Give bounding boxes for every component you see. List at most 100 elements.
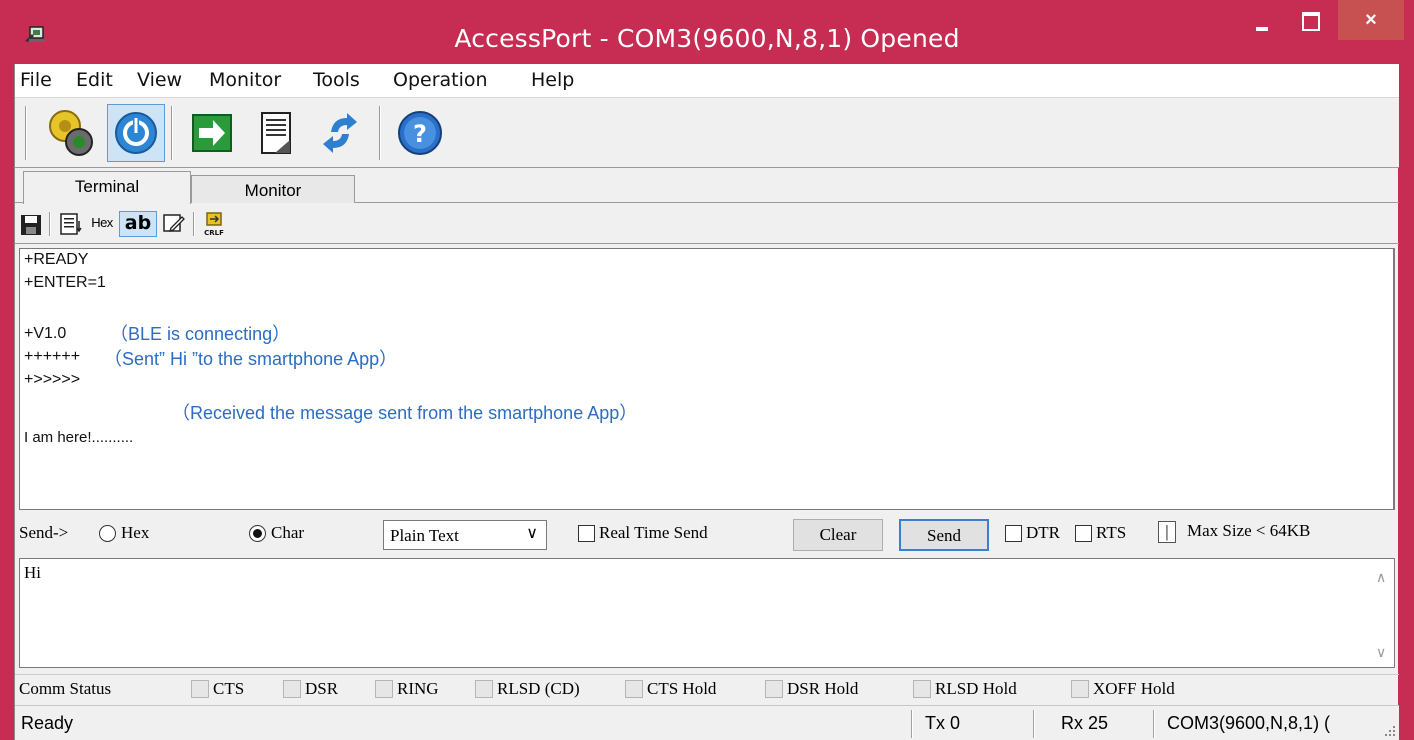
terminal-line: +V1.0 (24, 325, 67, 342)
menu-edit[interactable]: Edit (76, 69, 113, 91)
edit-note-icon (163, 214, 185, 233)
dsr-hold-label: DSR Hold (787, 679, 859, 698)
menu-bar: File Edit View Monitor Tools Operation H… (15, 64, 1399, 98)
arrow-right-icon (192, 114, 232, 152)
comm-status-bar: Comm Status CTS DSR RING RLSD (CD) CTS H… (15, 674, 1399, 702)
refresh-arrows-icon (323, 113, 357, 153)
main-toolbar: ? (15, 98, 1399, 168)
auto-scroll-button[interactable] (57, 211, 85, 237)
edit-button[interactable] (161, 211, 187, 237)
send-bar: Send-> Hex Char Plain Text ∨ Real Time S… (15, 515, 1399, 555)
terminal-line: I am here!.......... (24, 429, 134, 446)
crlf-button[interactable]: CRLF (201, 211, 227, 237)
rts-label[interactable]: RTS (1096, 523, 1126, 543)
svg-text:?: ? (413, 120, 427, 148)
xoff-hold-label: XOFF Hold (1093, 679, 1175, 698)
document-icon (261, 112, 291, 154)
client-area: File Edit View Monitor Tools Operation H… (14, 64, 1399, 740)
cts-indicator (191, 680, 209, 698)
toolbar-separator (193, 212, 195, 236)
dsr-indicator (283, 680, 301, 698)
help-button[interactable]: ? (391, 104, 449, 162)
status-separator (1153, 710, 1155, 738)
ring-label: RING (397, 679, 439, 698)
format-select-value: Plain Text (390, 526, 459, 545)
scroll-down-icon[interactable]: ∨ (1376, 644, 1386, 661)
text-display-button[interactable]: ab (119, 211, 157, 237)
toolbar-grip[interactable] (25, 106, 27, 160)
rts-checkbox[interactable] (1075, 525, 1092, 542)
status-bar: Ready Tx 0 Rx 25 COM3(9600,N,8,1) ( (15, 705, 1399, 740)
rx-count: Rx 25 (1061, 713, 1109, 733)
send-label: Send-> (19, 523, 69, 542)
open-port-button[interactable] (107, 104, 165, 162)
max-size-label: Max Size < 64KB (1187, 521, 1311, 540)
menu-help[interactable]: Help (531, 69, 574, 91)
send-button[interactable]: Send (899, 519, 989, 551)
terminal-output[interactable]: +READY +ENTER=1 +V1.0 ++++++ +>>>>> I am… (19, 248, 1395, 510)
comm-status-label: Comm Status (19, 679, 112, 698)
send-input[interactable]: Hi ∧ ∨ (19, 558, 1395, 668)
rlsd-label: RLSD (CD) (497, 679, 580, 698)
char-radio[interactable] (249, 525, 266, 542)
char-radio-label[interactable]: Char (271, 523, 304, 543)
dtr-checkbox[interactable] (1005, 525, 1022, 542)
save-button[interactable] (19, 211, 43, 237)
rlsd-hold-indicator (913, 680, 931, 698)
tab-monitor[interactable]: Monitor (191, 175, 355, 203)
settings-gear-icon (49, 110, 93, 156)
toolbar-separator (379, 106, 381, 160)
rlsd-indicator (475, 680, 493, 698)
annotation-sent-hi: （Sent” Hi ”to the smartphone App） (104, 349, 398, 369)
crlf-icon: CRLF (204, 212, 224, 237)
menu-view[interactable]: View (137, 69, 182, 91)
status-text: Ready (21, 713, 74, 733)
annotation-ble-connecting: （BLE is connecting） (110, 324, 291, 344)
menu-operation[interactable]: Operation (393, 69, 488, 91)
cts-hold-label: CTS Hold (647, 679, 717, 698)
send-file-button[interactable] (183, 104, 241, 162)
terminal-line: +>>>>> (24, 371, 81, 388)
application-window: AccessPort - COM3(9600,N,8,1) Opened × F… (0, 0, 1414, 740)
terminal-line: ++++++ (24, 348, 81, 365)
send-input-scrollbar[interactable]: ∧ ∨ (1370, 559, 1394, 667)
clear-button[interactable]: Clear (793, 519, 883, 551)
minimize-button[interactable] (1240, 8, 1284, 48)
document-lines-icon (60, 213, 82, 235)
chevron-down-icon: ∨ (526, 525, 538, 542)
title-bar[interactable]: AccessPort - COM3(9600,N,8,1) Opened × (0, 0, 1414, 64)
floppy-disk-icon (21, 215, 41, 235)
xoff-hold-indicator (1071, 680, 1089, 698)
dsr-label: DSR (305, 679, 339, 698)
real-time-send-checkbox[interactable] (578, 525, 595, 542)
status-separator (911, 710, 913, 738)
menu-tools[interactable]: Tools (313, 69, 360, 91)
format-select[interactable]: Plain Text ∨ (383, 520, 547, 550)
dsr-hold-indicator (765, 680, 783, 698)
tab-terminal[interactable]: Terminal (23, 171, 191, 204)
real-time-send-label[interactable]: Real Time Send (599, 523, 708, 543)
cts-hold-indicator (625, 680, 643, 698)
terminal-line: +READY (24, 251, 89, 268)
menu-monitor[interactable]: Monitor (209, 69, 281, 91)
send-input-text[interactable]: Hi (24, 563, 41, 583)
dtr-label[interactable]: DTR (1026, 523, 1060, 543)
resize-grip-icon[interactable] (1383, 724, 1397, 738)
hex-display-button[interactable]: Hex (85, 211, 119, 237)
power-icon (115, 112, 157, 154)
settings-button[interactable] (41, 104, 99, 162)
toolbar-separator (49, 212, 51, 236)
tx-count: Tx 0 (925, 713, 961, 733)
menu-file[interactable]: File (20, 69, 52, 91)
reset-button[interactable] (311, 104, 369, 162)
ring-indicator (375, 680, 393, 698)
log-button[interactable] (247, 104, 305, 162)
hex-radio-label[interactable]: Hex (121, 523, 149, 543)
close-button[interactable]: × (1338, 0, 1404, 40)
terminal-toolbar: Hex ab CRLF (15, 204, 1399, 244)
scroll-up-icon[interactable]: ∧ (1376, 569, 1386, 586)
hex-radio[interactable] (99, 525, 116, 542)
cts-label: CTS (213, 679, 245, 698)
maximize-button[interactable] (1286, 8, 1330, 48)
size-indicator: | (1158, 521, 1176, 543)
